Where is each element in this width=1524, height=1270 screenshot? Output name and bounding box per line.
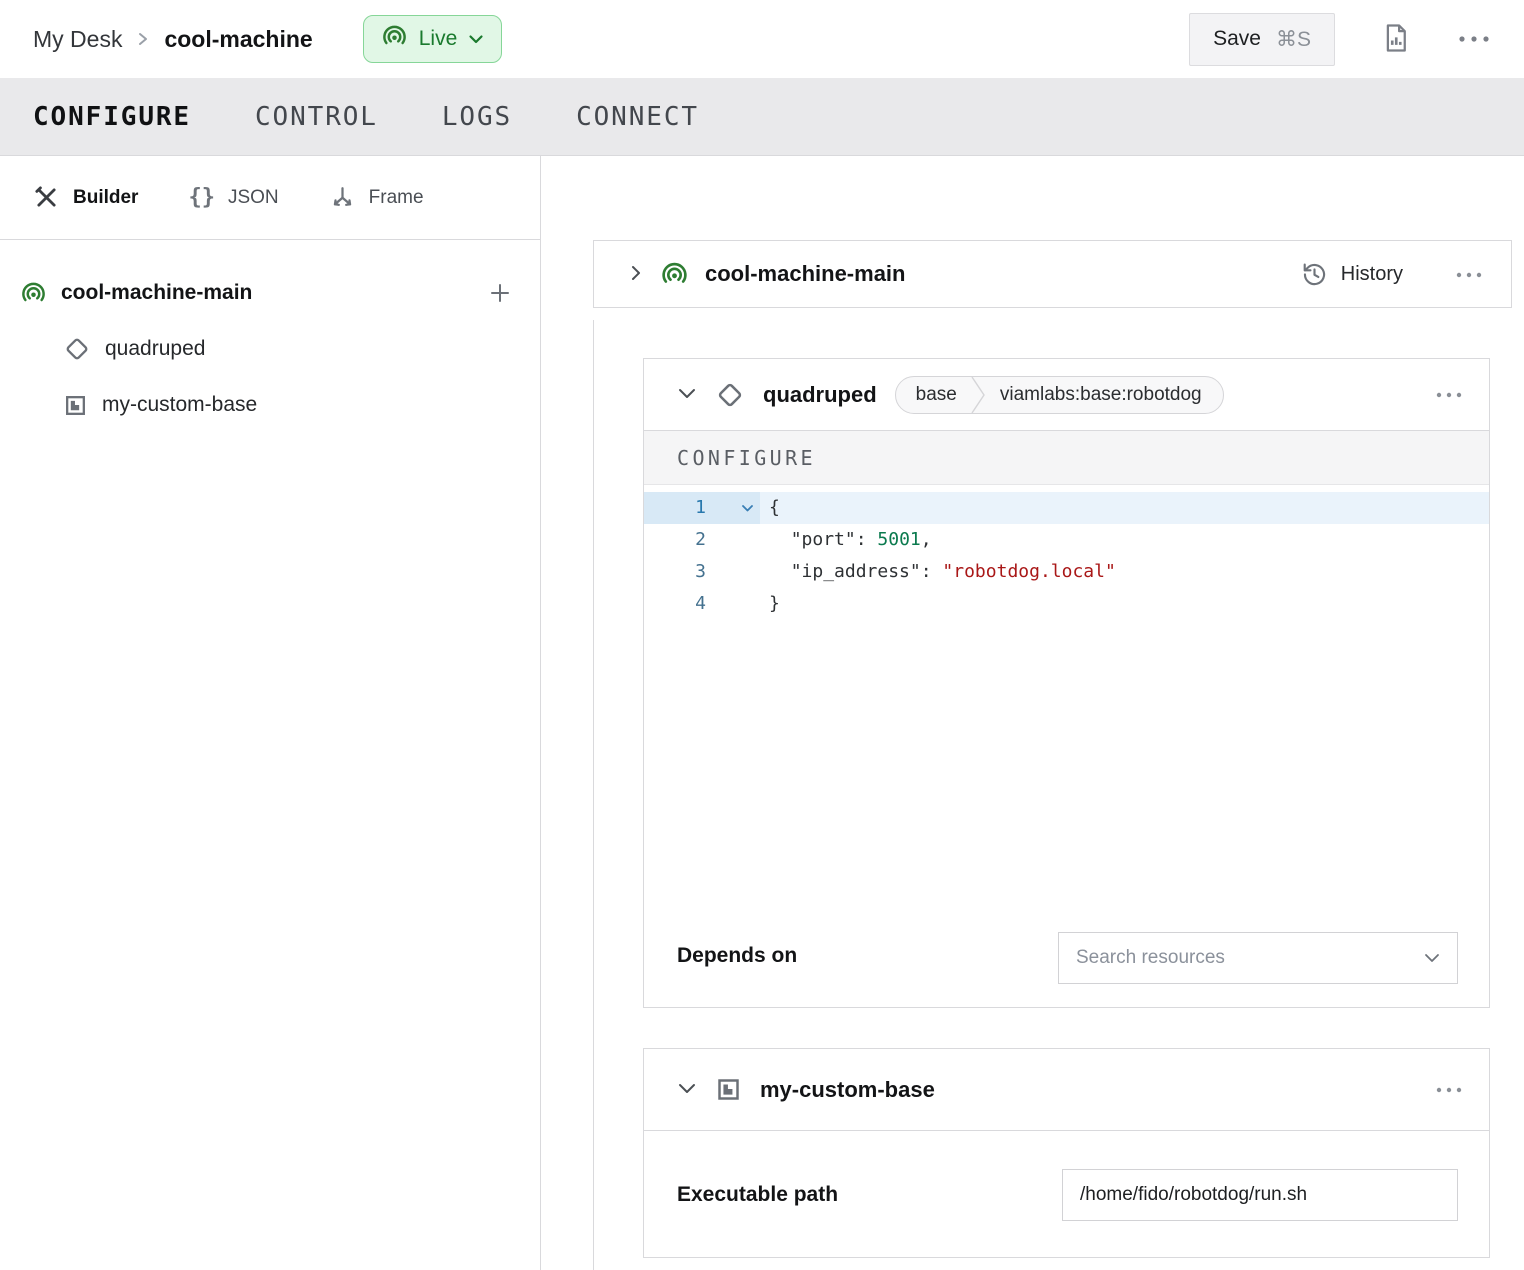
chevron-down-icon: [468, 27, 484, 51]
document-chart-icon: [1381, 21, 1411, 58]
add-component-button[interactable]: [488, 281, 512, 305]
quadruped-card-title: quadruped: [763, 382, 877, 408]
my-custom-base-card-title: my-custom-base: [760, 1077, 935, 1103]
mode-frame-label: Frame: [369, 187, 424, 209]
my-custom-base-card: my-custom-base Executable path: [643, 1048, 1490, 1258]
axis-tripod-icon: [329, 184, 356, 211]
chevron-down-icon: [1423, 952, 1441, 964]
quadruped-card-menu[interactable]: [1435, 387, 1463, 402]
configure-section-label: CONFIGURE: [644, 431, 1489, 485]
machine-status-dropdown[interactable]: Live: [363, 15, 503, 63]
history-button[interactable]: History: [1301, 261, 1403, 288]
component-diamond-icon: [715, 380, 745, 410]
tree-item-label: quadruped: [105, 337, 205, 361]
app-window: My Desk cool-machine Live Save ⌘: [0, 0, 1524, 1270]
depends-on-select[interactable]: [1058, 932, 1458, 984]
save-button[interactable]: Save ⌘S: [1189, 13, 1335, 66]
save-shortcut: ⌘S: [1276, 27, 1311, 52]
mode-builder-label: Builder: [73, 187, 138, 209]
depends-on-label: Depends on: [677, 944, 797, 968]
collapse-quadruped-button[interactable]: [677, 387, 697, 403]
line-number: 1: [644, 492, 706, 524]
live-status-icon: [381, 23, 408, 56]
chevron-down-icon: [677, 1082, 697, 1098]
header-overflow-menu[interactable]: [1457, 32, 1491, 47]
crossed-tools-icon: [33, 184, 60, 211]
part-card-menu[interactable]: [1455, 267, 1483, 282]
ellipsis-icon: [1435, 387, 1463, 402]
line-number: 4: [644, 588, 706, 620]
badge-model: viamlabs:base:robotdog: [1000, 384, 1202, 406]
tab-logs[interactable]: LOGS: [442, 102, 512, 132]
metrics-button[interactable]: [1381, 21, 1411, 58]
code-line[interactable]: 4}: [644, 588, 1489, 620]
code-line[interactable]: 1{: [644, 492, 1489, 524]
tab-control[interactable]: CONTROL: [255, 102, 378, 132]
ellipsis-icon: [1457, 32, 1491, 47]
resource-tree: cool-machine-main quadruped: [0, 240, 540, 433]
depends-on-row: Depends on: [644, 920, 1489, 1007]
code-line[interactable]: 2 "port": 5001,: [644, 524, 1489, 556]
breadcrumb: My Desk cool-machine: [33, 26, 313, 53]
line-number: 2: [644, 524, 706, 556]
tree-item-my-custom-base[interactable]: my-custom-base: [0, 377, 540, 433]
header-actions: Save ⌘S: [1189, 13, 1491, 66]
machine-part-icon: [660, 260, 689, 289]
chevron-right-icon: [628, 262, 644, 287]
process-steps-icon: [63, 393, 88, 418]
executable-path-row: Executable path: [644, 1131, 1489, 1258]
code-line[interactable]: 3 "ip_address": "robotdog.local": [644, 556, 1489, 588]
curly-braces-icon: {}: [188, 185, 215, 210]
config-mode-switcher: Builder {} JSON: [0, 156, 540, 240]
tree-item-label: cool-machine-main: [61, 281, 252, 305]
tab-configure[interactable]: CONFIGURE: [33, 102, 191, 132]
sidebar: Builder {} JSON: [0, 156, 541, 1270]
my-custom-base-card-menu[interactable]: [1435, 1082, 1463, 1097]
machine-name: cool-machine: [164, 26, 312, 53]
tree-item-main-part[interactable]: cool-machine-main: [0, 265, 540, 321]
fold-chevron-icon[interactable]: [706, 492, 760, 524]
expand-part-button[interactable]: [628, 262, 644, 287]
line-number: 3: [644, 556, 706, 588]
depends-on-search-input[interactable]: [1076, 947, 1423, 969]
nesting-line: [593, 320, 594, 1270]
content-area: Builder {} JSON: [0, 156, 1524, 1270]
part-card-title: cool-machine-main: [705, 261, 905, 287]
executable-path-label: Executable path: [677, 1183, 838, 1207]
badge-divider-chevron: [971, 376, 986, 414]
code-editor[interactable]: 1{2 "port": 5001,3 "ip_address": "robotd…: [644, 485, 1489, 920]
chevron-right-icon: [136, 31, 150, 47]
mode-json-label: JSON: [228, 187, 279, 209]
config-main: cool-machine-main History: [541, 156, 1524, 1270]
top-header: My Desk cool-machine Live Save ⌘: [0, 0, 1524, 78]
quadruped-card-header: quadruped base viamlabs:base:robotdog: [644, 359, 1489, 431]
history-label: History: [1341, 263, 1403, 286]
tree-item-label: my-custom-base: [102, 393, 257, 417]
ellipsis-icon: [1435, 1082, 1463, 1097]
history-icon: [1301, 261, 1328, 288]
quadruped-card: quadruped base viamlabs:base:robotdog: [643, 358, 1490, 1008]
save-button-label: Save: [1213, 27, 1261, 51]
machine-part-icon: [20, 280, 47, 307]
mode-builder[interactable]: Builder: [33, 184, 138, 211]
badge-type: base: [916, 384, 957, 406]
machine-tabs: CONFIGURE CONTROL LOGS CONNECT: [0, 78, 1524, 156]
tree-item-quadruped[interactable]: quadruped: [0, 321, 540, 377]
process-steps-icon: [715, 1076, 742, 1103]
component-diamond-icon: [63, 335, 91, 363]
collapse-my-custom-base-button[interactable]: [677, 1082, 697, 1098]
breadcrumb-parent-link[interactable]: My Desk: [33, 26, 122, 53]
ellipsis-icon: [1455, 267, 1483, 282]
executable-path-input[interactable]: [1062, 1169, 1458, 1221]
status-badge-label: Live: [419, 27, 458, 51]
chevron-down-icon: [677, 387, 697, 403]
part-card: cool-machine-main History: [593, 240, 1512, 308]
component-type-badge: base viamlabs:base:robotdog: [895, 376, 1224, 414]
mode-frame[interactable]: Frame: [329, 184, 424, 211]
my-custom-base-card-header: my-custom-base: [644, 1049, 1489, 1131]
tab-connect[interactable]: CONNECT: [576, 102, 699, 132]
mode-json[interactable]: {} JSON: [188, 185, 278, 210]
